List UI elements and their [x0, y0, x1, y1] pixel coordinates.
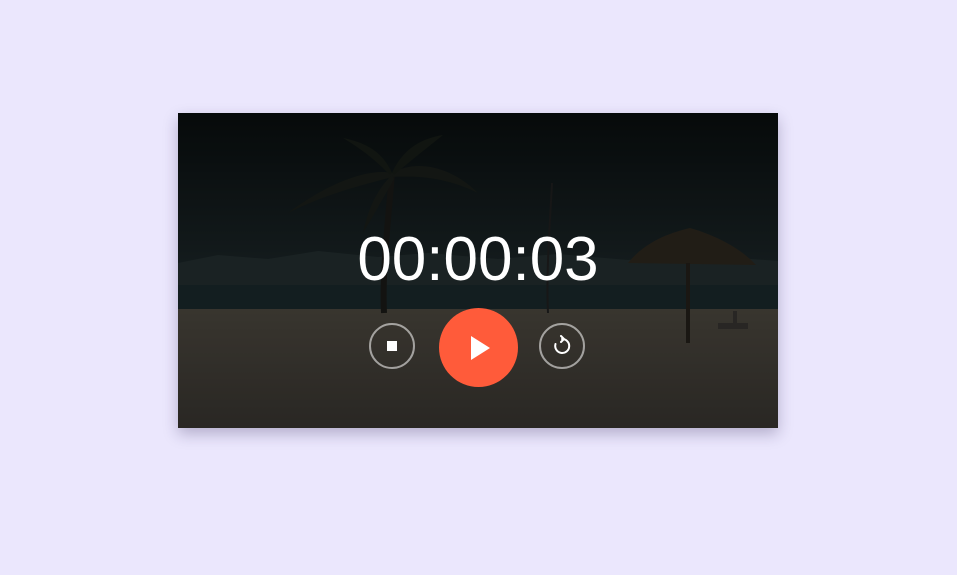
stop-icon [387, 341, 397, 351]
stop-button[interactable] [369, 323, 415, 369]
play-icon [470, 335, 490, 360]
timer-display: 00:00:03 [357, 225, 599, 294]
timer-card: 00:00:03 [178, 113, 778, 428]
timer-controls [178, 308, 778, 388]
reset-icon [554, 335, 571, 354]
play-button[interactable] [439, 308, 518, 387]
reset-button[interactable] [539, 323, 585, 369]
